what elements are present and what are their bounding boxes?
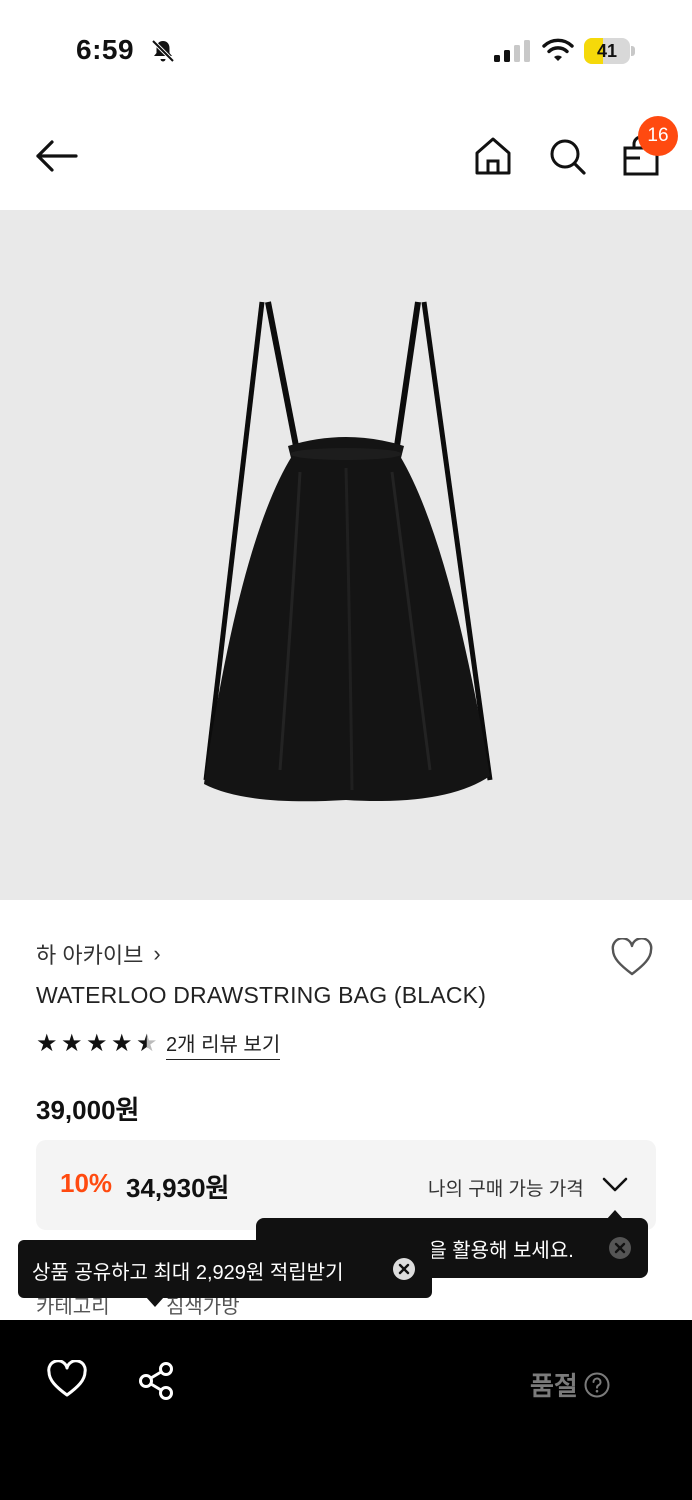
share-icon[interactable] — [136, 1360, 178, 1402]
brand-name: 하 아카이브 — [36, 943, 144, 968]
soldout-button[interactable]: 품절 — [530, 1366, 610, 1403]
review-link[interactable]: 2개 리뷰 보기 — [166, 1028, 281, 1060]
home-icon[interactable] — [472, 134, 514, 178]
wifi-icon — [542, 38, 574, 61]
original-price: 39,000원 — [36, 1095, 140, 1125]
cellular-signal-icon — [494, 40, 530, 62]
star-icon: ★ — [36, 1030, 58, 1057]
close-icon[interactable] — [392, 1257, 416, 1281]
heart-icon[interactable] — [46, 1360, 88, 1400]
rating-stars: ★ ★ ★ ★ ★ ★ — [36, 1032, 160, 1056]
search-icon[interactable] — [546, 134, 588, 178]
rating-row: ★ ★ ★ ★ ★ ★ 2개 리뷰 보기 — [36, 1028, 281, 1060]
discount-percent: 10% — [60, 1168, 113, 1198]
wishlist-heart-icon[interactable] — [610, 938, 654, 978]
question-circle-icon[interactable] — [584, 1372, 610, 1398]
top-navigation: 16 — [0, 100, 692, 210]
star-icon: ★ — [61, 1030, 83, 1057]
status-time: 6:59 — [76, 34, 135, 65]
drawstring-bag-image — [203, 301, 493, 802]
soldout-label: 품절 — [530, 1371, 578, 1401]
close-icon[interactable] — [608, 1236, 632, 1260]
my-price-label: 나의 구매 가능 가격 — [428, 1179, 584, 1200]
battery-icon: 41 — [584, 38, 636, 64]
product-title: WATERLOO DRAWSTRING BAG (BLACK) — [36, 982, 487, 1008]
discount-price-box[interactable]: 10% 34,930원 나의 구매 가능 가격 — [36, 1140, 656, 1230]
battery-percent: 41 — [596, 41, 618, 61]
star-icon: ★ — [111, 1030, 133, 1057]
cart-count-badge: 16 — [638, 116, 678, 156]
share-tooltip-text: 상품 공유하고 최대 2,929원 적립받기 — [32, 1262, 344, 1284]
half-star-icon: ★ — [136, 1032, 148, 1056]
star-icon: ★ — [86, 1030, 108, 1057]
bell-slash-icon — [151, 39, 175, 63]
chevron-down-icon[interactable] — [602, 1176, 628, 1194]
chevron-right-icon: › — [153, 941, 161, 966]
bottom-action-bar: 품절 — [0, 1320, 692, 1500]
status-bar: 6:59 41 — [0, 0, 692, 100]
product-image[interactable] — [0, 210, 692, 900]
back-arrow-icon[interactable] — [30, 136, 82, 176]
tooltip-arrow — [146, 1297, 164, 1307]
brand-link[interactable]: 하 아카이브 › — [36, 938, 161, 970]
discount-price: 34,930원 — [126, 1173, 230, 1203]
share-reward-tooltip: 상품 공유하고 최대 2,929원 적립받기 — [18, 1240, 432, 1298]
